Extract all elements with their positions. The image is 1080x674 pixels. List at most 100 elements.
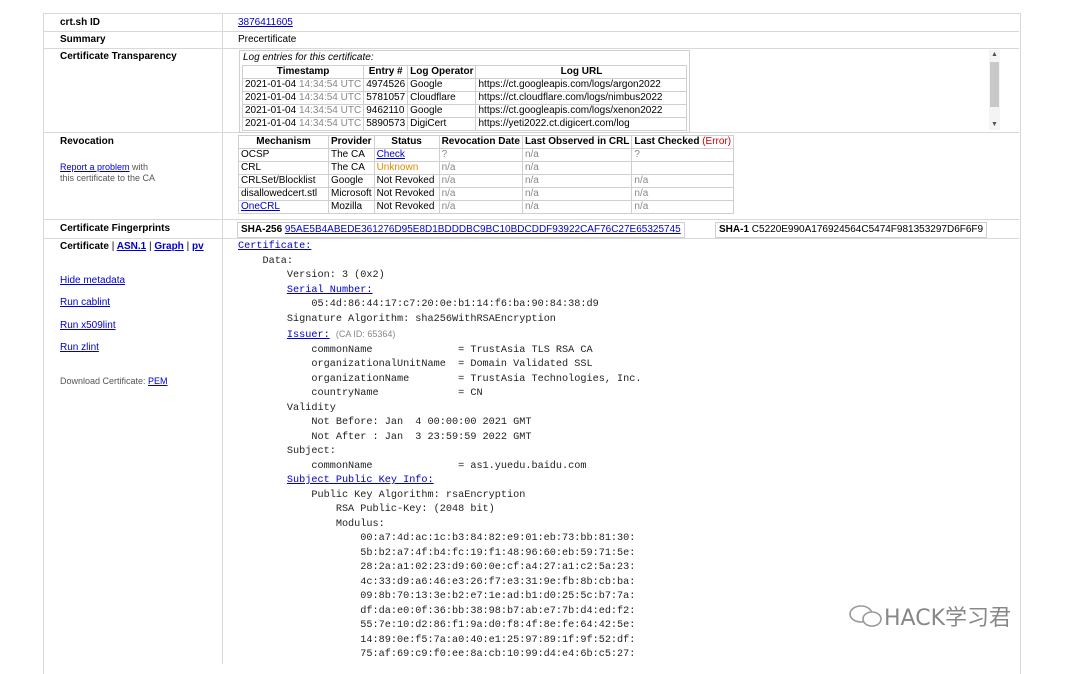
url-cell: https://ct.googleapis.com/logs/xenon2022 bbox=[475, 104, 688, 118]
table-row: 2021-01-04 14:34:54 UTC 9462110 Google h… bbox=[241, 104, 688, 118]
revocation-date-cell: n/a bbox=[438, 174, 523, 188]
provider-cell: Microsoft bbox=[328, 187, 375, 201]
col-timestamp: Timestamp bbox=[241, 65, 365, 79]
summary-label: Summary bbox=[60, 34, 106, 45]
url-cell: https://ct.googleapis.com/logs/argon2022 bbox=[475, 78, 688, 92]
scroll-up-icon[interactable]: ▲ bbox=[989, 50, 1000, 60]
ct-log-table: Timestamp Entry # Log Operator Log URL 2… bbox=[241, 65, 688, 131]
timestamp-cell: 2021-01-04 14:34:54 UTC bbox=[241, 104, 365, 118]
serial-number-link[interactable]: Serial Number: bbox=[287, 285, 373, 296]
last-observed-cell: n/a bbox=[521, 148, 633, 162]
provider-cell: The CA bbox=[328, 148, 375, 162]
run-zlint-link[interactable]: Run zlint bbox=[60, 342, 99, 353]
operator-cell: Google bbox=[407, 78, 477, 92]
last-observed-cell: n/a bbox=[521, 161, 633, 175]
col-status: Status bbox=[373, 135, 440, 149]
report-problem-text: Report a problem with this certificate t… bbox=[60, 162, 156, 183]
issuer-link[interactable]: Issuer: bbox=[287, 330, 330, 341]
summary-value: Precertificate bbox=[238, 34, 297, 45]
revocation-date-cell: n/a bbox=[438, 200, 523, 214]
fingerprints-label: Certificate Fingerprints bbox=[60, 223, 171, 234]
revocation-date-cell: n/a bbox=[438, 187, 523, 201]
ct-log-scrollbar[interactable]: ▲ ▼ bbox=[989, 50, 1000, 130]
run-cablint-link[interactable]: Run cablint bbox=[60, 297, 110, 308]
certificate-text: Certificate: Data: Version: 3 (0x2) Seri… bbox=[238, 241, 642, 660]
last-checked-cell: ? bbox=[631, 148, 735, 162]
col-log-operator: Log Operator bbox=[407, 65, 477, 79]
revocation-table: Mechanism Provider Status Revocation Dat… bbox=[238, 135, 735, 214]
sha1-fingerprint: SHA-1 C5220E990A176924564C5474F981353297… bbox=[715, 222, 988, 238]
timestamp-cell: 2021-01-04 14:34:54 UTC bbox=[241, 91, 365, 105]
table-row: 2021-01-04 14:34:54 UTC 5890573 DigiCert… bbox=[241, 117, 688, 131]
sha256-fingerprint: SHA-256 95AE5B4ABEDE361276D95E8D1BDDDBC9… bbox=[237, 222, 685, 238]
status-cell: Not Revoked bbox=[373, 174, 440, 188]
table-row: 2021-01-04 14:34:54 UTC 5781057 Cloudfla… bbox=[241, 91, 688, 105]
crtsh-id-label: crt.sh ID bbox=[60, 17, 101, 28]
crtsh-id-link[interactable]: 3876411605 bbox=[238, 17, 293, 28]
column-divider bbox=[222, 13, 223, 664]
col-last-checked: Last Checked (Error) bbox=[631, 135, 735, 149]
last-checked-cell bbox=[631, 161, 735, 175]
status-cell: Not Revoked bbox=[373, 187, 440, 201]
status-cell: Check bbox=[373, 148, 440, 162]
status-cell: Unknown bbox=[373, 161, 440, 175]
wechat-icon bbox=[849, 605, 882, 627]
certificate-link[interactable]: Certificate: bbox=[238, 241, 311, 252]
mechanism-cell: OCSP bbox=[238, 148, 329, 162]
col-entry: Entry # bbox=[363, 65, 409, 79]
asn1-link[interactable]: ASN.1 bbox=[117, 241, 146, 252]
col-provider: Provider bbox=[328, 135, 375, 149]
table-row: OCSP The CA Check ? n/a ? bbox=[238, 148, 735, 162]
mechanism-cell: CRLSet/Blocklist bbox=[238, 174, 329, 188]
col-log-url: Log URL bbox=[475, 65, 688, 79]
spki-link[interactable]: Subject Public Key Info: bbox=[287, 475, 434, 486]
scroll-down-icon[interactable]: ▼ bbox=[989, 120, 1000, 130]
timestamp-cell: 2021-01-04 14:34:54 UTC bbox=[241, 78, 365, 92]
table-row: disallowedcert.stl Microsoft Not Revoked… bbox=[238, 187, 735, 201]
download-certificate: Download Certificate: PEM bbox=[60, 376, 168, 386]
mechanism-cell: CRL bbox=[238, 161, 329, 175]
revocation-date-cell: ? bbox=[438, 148, 523, 162]
sha1-value: C5220E990A176924564C5474F981353297D6F6F9 bbox=[751, 224, 984, 235]
sha256-link[interactable]: 95AE5B4ABEDE361276D95E8D1BDDDBC9BC10BDCD… bbox=[285, 224, 681, 235]
pem-link[interactable]: PEM bbox=[148, 376, 168, 386]
onecrl-link[interactable]: OneCRL bbox=[241, 201, 280, 212]
row-divider bbox=[44, 31, 1019, 32]
operator-cell: DigiCert bbox=[407, 117, 477, 131]
revocation-label: Revocation bbox=[60, 136, 114, 147]
col-mechanism: Mechanism bbox=[238, 135, 329, 149]
revocation-date-cell: n/a bbox=[438, 161, 523, 175]
operator-cell: Google bbox=[407, 104, 477, 118]
provider-cell: Google bbox=[328, 174, 375, 188]
entry-cell: 5781057 bbox=[363, 91, 409, 105]
entry-cell: 5890573 bbox=[363, 117, 409, 131]
entry-cell: 4974526 bbox=[363, 78, 409, 92]
table-row: CRLSet/Blocklist Google Not Revoked n/a … bbox=[238, 174, 735, 188]
run-x509lint-link[interactable]: Run x509lint bbox=[60, 320, 116, 331]
last-checked-cell: n/a bbox=[631, 200, 735, 214]
col-revocation-date: Revocation Date bbox=[438, 135, 523, 149]
ct-log-panel[interactable]: Log entries for this certificate: Timest… bbox=[239, 50, 690, 133]
ocsp-check-link[interactable]: Check bbox=[377, 149, 405, 160]
hide-metadata-link[interactable]: Hide metadata bbox=[60, 275, 125, 286]
certificate-label: Certificate | ASN.1 | Graph | pv bbox=[60, 241, 204, 252]
table-row: CRL The CA Unknown n/a n/a bbox=[238, 161, 735, 175]
col-last-observed: Last Observed in CRL bbox=[521, 135, 633, 149]
timestamp-cell: 2021-01-04 14:34:54 UTC bbox=[241, 117, 365, 131]
table-row: 2021-01-04 14:34:54 UTC 4974526 Google h… bbox=[241, 78, 688, 92]
mechanism-cell: disallowedcert.stl bbox=[238, 187, 329, 201]
scrollbar-thumb[interactable] bbox=[990, 62, 999, 107]
sha1-label: SHA-1 bbox=[719, 224, 750, 235]
watermark: HACK学习君 bbox=[848, 600, 1011, 632]
row-divider bbox=[44, 219, 1019, 220]
url-cell: https://yeti2022.ct.digicert.com/log bbox=[475, 117, 688, 131]
last-observed-cell: n/a bbox=[521, 200, 633, 214]
ct-log-header-row: Timestamp Entry # Log Operator Log URL bbox=[241, 65, 688, 79]
graph-link[interactable]: Graph bbox=[154, 241, 183, 252]
entry-cell: 9462110 bbox=[363, 104, 409, 118]
report-problem-link[interactable]: Report a problem bbox=[60, 162, 130, 172]
pv-link[interactable]: pv bbox=[192, 241, 204, 252]
last-checked-cell: n/a bbox=[631, 187, 735, 201]
status-cell: Not Revoked bbox=[373, 200, 440, 214]
last-observed-cell: n/a bbox=[521, 174, 633, 188]
